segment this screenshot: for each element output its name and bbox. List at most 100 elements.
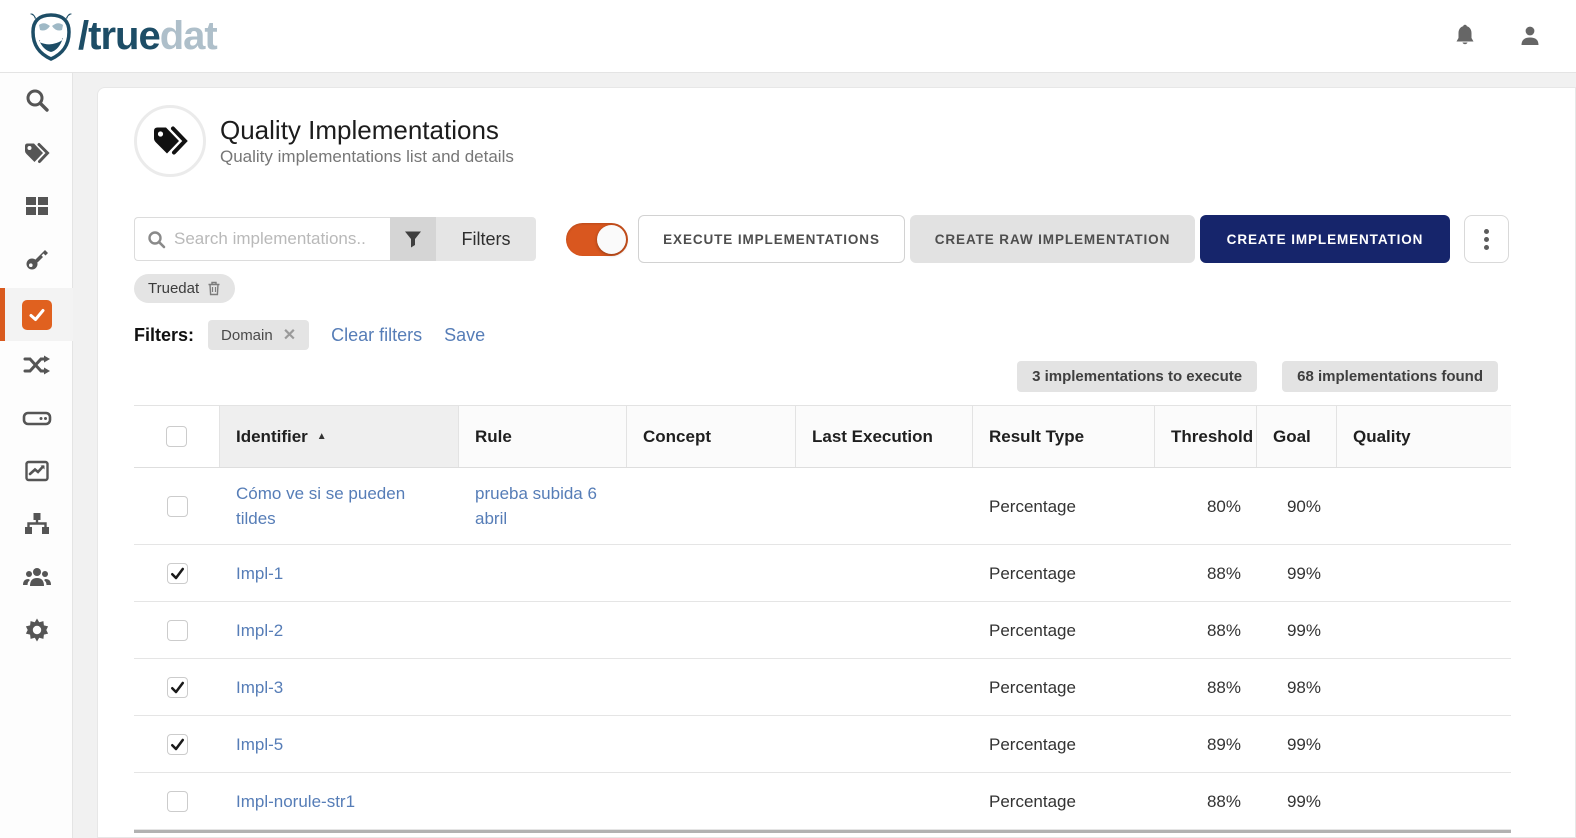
top-bar: /truedat	[0, 0, 1576, 73]
shuffle-icon	[23, 353, 51, 382]
trash-icon[interactable]	[207, 281, 221, 296]
clear-filters-link[interactable]: Clear filters	[331, 325, 422, 346]
toolbar: Filters EXECUTE IMPLEMENTATIONS CREATE R…	[134, 215, 1575, 263]
sidebar-item-dashboards[interactable]	[0, 182, 73, 235]
last-execution-cell	[796, 617, 973, 643]
sidebar-item-analytics[interactable]	[0, 447, 73, 500]
identifier-link[interactable]: Impl-norule-str1	[236, 792, 355, 811]
table-row: Impl-norule-str1 Percentage 88% 99%	[134, 773, 1511, 830]
column-header-threshold[interactable]: Threshold	[1155, 406, 1257, 467]
result-type-cell: Percentage	[973, 719, 1155, 770]
gear-icon	[24, 617, 50, 648]
last-execution-cell	[796, 674, 973, 700]
quality-cell	[1337, 788, 1511, 814]
concept-cell	[627, 493, 796, 519]
truedat-logo[interactable]: /truedat	[26, 10, 217, 62]
quality-cell	[1337, 674, 1511, 700]
grid-icon	[24, 193, 50, 224]
goal-cell: 90%	[1257, 481, 1337, 532]
result-type-cell: Percentage	[973, 776, 1155, 827]
filter-funnel-button[interactable]	[390, 217, 436, 261]
create-raw-implementation-button[interactable]: CREATE RAW IMPLEMENTATION	[910, 215, 1195, 263]
tags-icon	[22, 140, 52, 171]
execute-mode-toggle[interactable]	[566, 223, 628, 256]
column-header-concept[interactable]: Concept	[627, 406, 796, 467]
row-checkbox[interactable]	[167, 563, 188, 584]
select-all-checkbox[interactable]	[166, 426, 187, 447]
sidebar-item-search[interactable]	[0, 76, 73, 129]
concept-cell	[627, 674, 796, 700]
identifier-link[interactable]: Cómo ve si se pueden tildes	[236, 484, 405, 528]
owl-icon	[26, 10, 76, 62]
page-header: Quality Implementations Quality implemen…	[134, 105, 1575, 177]
remove-domain-filter-icon[interactable]: ✕	[283, 325, 296, 345]
execute-implementations-button[interactable]: EXECUTE IMPLEMENTATIONS	[638, 215, 905, 263]
table-row: Impl-1 Percentage 88% 99%	[134, 545, 1511, 602]
column-header-identifier[interactable]: Identifier ▲	[220, 406, 459, 467]
source-filter-chip[interactable]: Truedat	[134, 274, 235, 303]
identifier-header-label: Identifier	[236, 427, 308, 447]
column-header-rule[interactable]: Rule	[459, 406, 627, 467]
row-checkbox[interactable]	[167, 677, 188, 698]
create-implementation-button[interactable]: CREATE IMPLEMENTATION	[1200, 215, 1450, 263]
sitemap-icon	[23, 511, 51, 542]
goal-cell: 99%	[1257, 548, 1337, 599]
search-implementations-box	[134, 217, 390, 261]
table-row: Impl-5 Percentage 89% 99%	[134, 716, 1511, 773]
identifier-link[interactable]: Impl-5	[236, 735, 283, 754]
sidebar-item-settings[interactable]	[0, 606, 73, 659]
page-title: Quality Implementations	[220, 115, 514, 145]
goal-cell: 99%	[1257, 605, 1337, 656]
identifier-link[interactable]: Impl-1	[236, 564, 283, 583]
threshold-cell: 80%	[1155, 481, 1257, 532]
quality-cell	[1337, 731, 1511, 757]
search-icon	[147, 230, 166, 249]
implementations-to-execute-badge: 3 implementations to execute	[1017, 361, 1257, 392]
sidebar-item-lineage[interactable]	[0, 341, 73, 394]
table-bottom-divider	[134, 830, 1511, 833]
last-execution-cell	[796, 788, 973, 814]
row-checkbox[interactable]	[167, 791, 188, 812]
user-profile-icon[interactable]	[1518, 24, 1542, 48]
table-body: Cómo ve si se pueden tildes prueba subid…	[134, 468, 1511, 830]
implementations-table: Identifier ▲ Rule Concept Last Execution…	[134, 405, 1511, 833]
search-icon	[24, 87, 50, 118]
kebab-menu-icon	[1484, 229, 1489, 250]
concept-cell	[627, 731, 796, 757]
sidebar-item-glossary[interactable]	[0, 129, 73, 182]
identifier-link[interactable]: Impl-3	[236, 678, 283, 697]
save-filters-link[interactable]: Save	[444, 325, 485, 346]
column-header-result-type[interactable]: Result Type	[973, 406, 1155, 467]
sidebar-item-sources[interactable]	[0, 394, 73, 447]
filters-button[interactable]: Filters	[436, 217, 536, 261]
main-content: Quality Implementations Quality implemen…	[97, 87, 1576, 838]
domain-filter-chip[interactable]: Domain ✕	[208, 320, 309, 350]
row-checkbox[interactable]	[167, 496, 188, 517]
threshold-cell: 88%	[1155, 776, 1257, 827]
identifier-link[interactable]: Impl-2	[236, 621, 283, 640]
more-options-button[interactable]	[1464, 215, 1509, 263]
table-header-row: Identifier ▲ Rule Concept Last Execution…	[134, 406, 1511, 468]
concept-cell	[627, 560, 796, 586]
sidebar-item-structures[interactable]	[0, 500, 73, 553]
goal-cell: 98%	[1257, 662, 1337, 713]
row-checkbox[interactable]	[167, 734, 188, 755]
row-checkbox[interactable]	[167, 620, 188, 641]
column-header-goal[interactable]: Goal	[1257, 406, 1337, 467]
sidebar-item-users[interactable]	[0, 553, 73, 606]
rule-link[interactable]: prueba subida 6 abril	[475, 484, 597, 528]
implementations-tag-icon	[134, 105, 206, 177]
search-input[interactable]	[174, 229, 380, 249]
sidebar-item-permissions[interactable]	[0, 235, 73, 288]
column-header-quality[interactable]: Quality	[1337, 406, 1511, 467]
threshold-cell: 89%	[1155, 719, 1257, 770]
quality-cell	[1337, 617, 1511, 643]
threshold-cell: 88%	[1155, 605, 1257, 656]
sort-ascending-icon: ▲	[317, 431, 327, 442]
notifications-bell-icon[interactable]	[1454, 24, 1476, 48]
sidebar-item-quality[interactable]	[0, 288, 73, 341]
table-row: Impl-2 Percentage 88% 99%	[134, 602, 1511, 659]
quality-cell	[1337, 560, 1511, 586]
column-header-last-execution[interactable]: Last Execution	[796, 406, 973, 467]
select-all-checkbox-cell	[134, 406, 220, 467]
